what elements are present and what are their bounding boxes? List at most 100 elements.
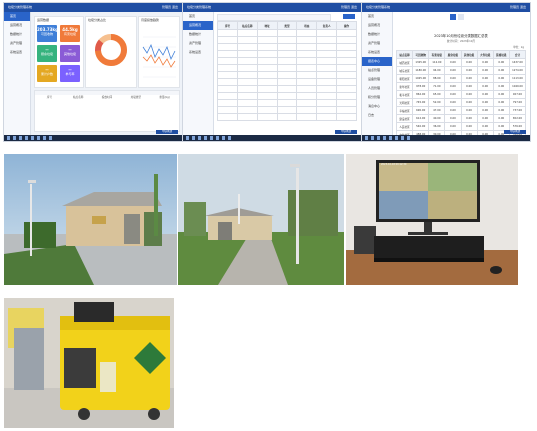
- taskbar-app-icon[interactable]: [383, 136, 386, 140]
- table-cell: [236, 92, 258, 100]
- search-button[interactable]: [343, 14, 355, 19]
- table-row[interactable]: [217, 71, 357, 79]
- table-cell: [296, 106, 318, 114]
- sidebar-item-settings[interactable]: 系统设置: [183, 48, 213, 57]
- column-header[interactable]: 地址: [256, 21, 278, 30]
- sidebar-item[interactable]: 站点管理: [362, 66, 392, 75]
- taskbar-app-icon[interactable]: [198, 136, 201, 140]
- sidebar-item-stats[interactable]: 数据统计: [183, 30, 213, 39]
- taskbar-app-icon[interactable]: [49, 136, 52, 140]
- table-cell: 0.00: [492, 74, 510, 83]
- stat-tile[interactable]: 44.5kg 有害垃圾: [60, 25, 80, 42]
- taskbar-app-icon[interactable]: [31, 136, 34, 140]
- table-row[interactable]: [217, 29, 357, 37]
- taskbar-app-icon[interactable]: [204, 136, 207, 140]
- taskbar: [183, 135, 361, 141]
- table-cell: 690.00: [412, 106, 430, 115]
- taskbar-app-icon[interactable]: [192, 136, 195, 140]
- table-cell: 0.00: [460, 58, 478, 67]
- table-cell: 88.00: [428, 74, 446, 83]
- sidebar-item-home[interactable]: 首页: [4, 12, 30, 21]
- taskbar-app-icon[interactable]: [13, 136, 16, 140]
- table-row[interactable]: [217, 106, 357, 114]
- table-cell: [296, 85, 318, 93]
- report-table: 站点名称 可回收物 有害垃圾 厨余垃圾 其他垃圾 大件垃圾 装修垃圾 合计 城西社区 1325.0…: [395, 50, 527, 141]
- column-header[interactable]: 类型: [276, 21, 298, 30]
- taskbar-app-icon[interactable]: [37, 136, 40, 140]
- stat-tile[interactable]: 203.73kg 可回收物: [37, 25, 58, 42]
- table-cell: [296, 50, 318, 58]
- sidebar-item[interactable]: 积分管理: [362, 93, 392, 102]
- column-header[interactable]: 序号: [217, 21, 238, 30]
- sidebar-item[interactable]: 人员管理: [362, 84, 392, 93]
- print-button[interactable]: [458, 14, 464, 20]
- sidebar-item[interactable]: 首页: [362, 12, 392, 21]
- column-header[interactable]: 重量(kg): [150, 95, 179, 101]
- column-header[interactable]: 站点名称: [236, 21, 258, 30]
- table-row[interactable]: [217, 85, 357, 93]
- sidebar-item[interactable]: 日志: [362, 111, 392, 120]
- filter-bar[interactable]: [217, 14, 331, 21]
- taskbar-app-icon[interactable]: [401, 136, 404, 140]
- table-row[interactable]: [217, 43, 357, 51]
- column-header[interactable]: 序号: [35, 95, 64, 101]
- sidebar-item[interactable]: 运营概况: [362, 21, 392, 30]
- sidebar-item-home[interactable]: 首页: [183, 12, 213, 21]
- sidebar-item[interactable]: 报表中心: [362, 57, 392, 66]
- taskbar-app-icon[interactable]: [389, 136, 392, 140]
- stat-tile[interactable]: -- 累计户数: [37, 65, 57, 82]
- user-menu[interactable]: 管理员 退出: [341, 3, 357, 12]
- table-cell: 0.00: [460, 66, 478, 75]
- table-row[interactable]: [217, 36, 357, 44]
- user-menu[interactable]: 管理员 退出: [510, 3, 526, 12]
- user-menu[interactable]: 管理员 退出: [162, 3, 178, 12]
- taskbar-app-icon[interactable]: [222, 136, 225, 140]
- taskbar-app-icon[interactable]: [186, 136, 189, 140]
- stat-tile[interactable]: -- 参与率: [60, 65, 80, 82]
- table-row[interactable]: [217, 92, 357, 100]
- export-button[interactable]: [450, 14, 456, 20]
- taskbar-app-icon[interactable]: [19, 136, 22, 140]
- sidebar-item[interactable]: 系统设置: [362, 48, 392, 57]
- sidebar-item[interactable]: 设备管理: [362, 75, 392, 84]
- taskbar-app-icon[interactable]: [7, 136, 10, 140]
- taskbar-app-icon[interactable]: [377, 136, 380, 140]
- taskbar-app-icon[interactable]: [407, 136, 410, 140]
- sidebar-item-overview[interactable]: 运营概况: [183, 21, 213, 30]
- screenshot-report: 垃圾分类管理系统 管理员 退出 首页 运营概况 数据统计 资产管理 系统设置 报表中心 站点…: [362, 3, 530, 141]
- column-header[interactable]: 负责人: [316, 21, 338, 30]
- stat-tile[interactable]: -- 厨余垃圾: [37, 45, 57, 62]
- table-row[interactable]: [217, 99, 357, 107]
- column-header[interactable]: 投放时间: [93, 95, 122, 101]
- column-header[interactable]: 操作: [336, 21, 357, 30]
- column-header[interactable]: 状态: [296, 21, 318, 30]
- taskbar-app-icon[interactable]: [25, 136, 28, 140]
- sidebar-item[interactable]: 数据统计: [362, 30, 392, 39]
- sidebar-item[interactable]: 消息中心: [362, 102, 392, 111]
- table-row[interactable]: [217, 78, 357, 86]
- table-cell: [316, 85, 338, 93]
- column-header[interactable]: 站点名称: [64, 95, 93, 101]
- sidebar-item-settings[interactable]: 系统设置: [4, 48, 30, 57]
- sidebar-item[interactable]: 资产管理: [362, 39, 392, 48]
- sidebar-item-assets[interactable]: 资产管理: [183, 39, 213, 48]
- taskbar-app-icon[interactable]: [365, 136, 368, 140]
- taskbar-app-icon[interactable]: [228, 136, 231, 140]
- stat-tile[interactable]: -- 其他垃圾: [60, 45, 80, 62]
- taskbar-app-icon[interactable]: [371, 136, 374, 140]
- table-cell: 和平社区: [395, 90, 414, 99]
- taskbar-app-icon[interactable]: [43, 136, 46, 140]
- sidebar-item-assets[interactable]: 资产管理: [4, 39, 30, 48]
- sidebar-item-overview[interactable]: 运营概况: [4, 21, 30, 30]
- table-row[interactable]: [217, 50, 357, 58]
- table-cell: 0.00: [460, 122, 478, 131]
- taskbar-app-icon[interactable]: [210, 136, 213, 140]
- table-row[interactable]: [217, 64, 357, 72]
- table-row[interactable]: [217, 113, 357, 121]
- table-cell: [336, 99, 357, 107]
- table-row[interactable]: [217, 57, 357, 65]
- column-header[interactable]: 垃圾类型: [121, 95, 150, 101]
- taskbar-app-icon[interactable]: [216, 136, 219, 140]
- sidebar-item-stats[interactable]: 数据统计: [4, 30, 30, 39]
- taskbar-app-icon[interactable]: [395, 136, 398, 140]
